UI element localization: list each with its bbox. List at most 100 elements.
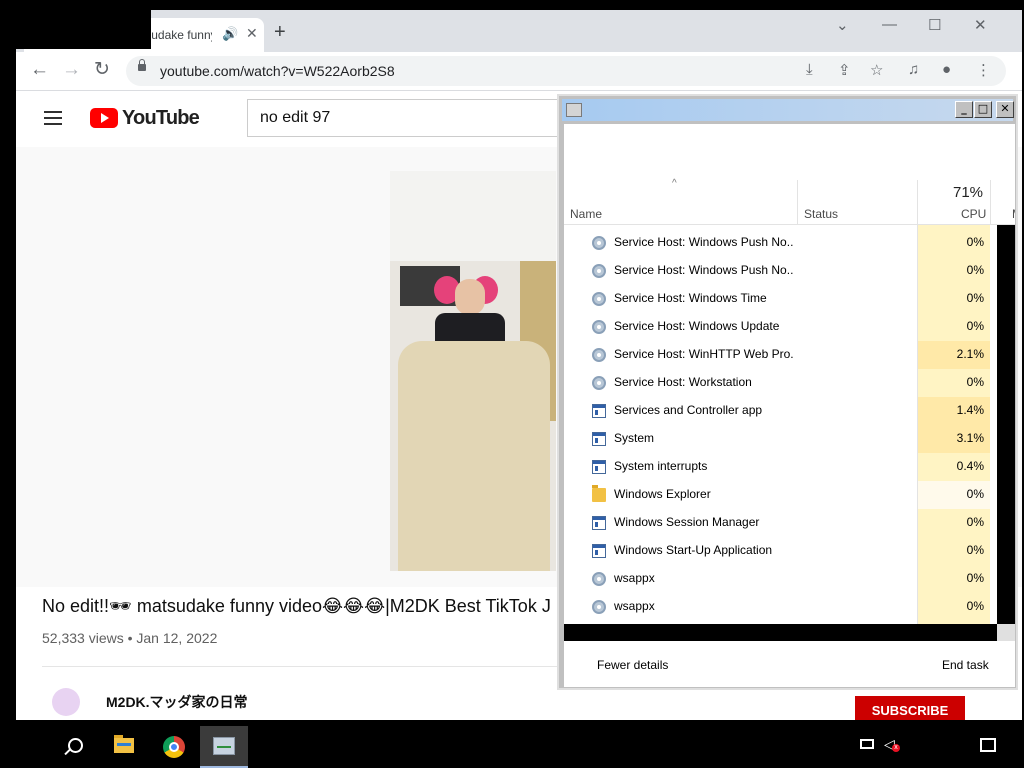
process-cpu: 0% bbox=[966, 571, 984, 585]
end-task-button[interactable]: End task bbox=[942, 658, 989, 672]
video-frame[interactable] bbox=[390, 171, 556, 571]
process-name: Windows Session Manager bbox=[614, 515, 760, 529]
url-text[interactable]: youtube.com/watch?v=W522Aorb2S8 bbox=[160, 63, 395, 79]
maximize-button[interactable]: ☐ bbox=[928, 16, 941, 34]
star-icon[interactable]: ☆ bbox=[870, 61, 883, 79]
process-cpu: 0% bbox=[966, 291, 984, 305]
speaker-icon[interactable]: 🔊 bbox=[222, 26, 238, 42]
task-manager-window: _ □ ✕ ^ Name Status 71% CPU M Service Ho… bbox=[557, 94, 1018, 690]
cpu-total[interactable]: 71% bbox=[953, 184, 983, 201]
column-header-status[interactable]: Status bbox=[804, 207, 838, 221]
task-manager-icon bbox=[213, 737, 235, 755]
channel-name[interactable]: M2DK.マッダ家の日常 bbox=[106, 692, 248, 712]
process-name: System interrupts bbox=[614, 459, 708, 473]
channel-avatar[interactable] bbox=[52, 688, 80, 716]
process-name: Service Host: Windows Push No... bbox=[614, 263, 794, 277]
fewer-details-link[interactable]: Fewer details bbox=[597, 658, 668, 672]
process-row[interactable]: wsappx 0% bbox=[564, 565, 997, 593]
tm-close-button[interactable]: ✕ bbox=[996, 101, 1014, 118]
reload-button[interactable]: ↻ bbox=[94, 59, 110, 81]
task-manager-taskbar-button[interactable] bbox=[200, 726, 248, 768]
process-name: Service Host: Windows Time bbox=[614, 291, 767, 305]
tm-minimize-button[interactable]: _ bbox=[955, 101, 973, 118]
process-row[interactable]: Service Host: Windows Push No... 0% bbox=[564, 229, 997, 257]
address-bar[interactable]: youtube.com/watch?v=W522Aorb2S8 ⤓ ⇪ ☆ ♫ … bbox=[126, 56, 1006, 86]
process-row[interactable]: Windows Explorer 0% bbox=[564, 481, 997, 509]
install-icon[interactable]: ⤓ bbox=[806, 61, 813, 78]
process-row[interactable]: Windows Start-Up Application 0% bbox=[564, 537, 997, 565]
process-row[interactable]: Service Host: Windows Push No... 0% bbox=[564, 257, 997, 285]
tab-strip: No edit!!🕶 matsudake funny video 🔊 ✕ + ⌄… bbox=[16, 10, 1022, 52]
process-cpu: 3.1% bbox=[956, 431, 984, 445]
process-name: Services and Controller app bbox=[614, 403, 763, 417]
process-cpu: 1.4% bbox=[956, 403, 984, 417]
minimize-button[interactable]: — bbox=[882, 16, 897, 33]
notifications-icon[interactable] bbox=[980, 738, 996, 752]
horizontal-scrollbar[interactable] bbox=[564, 624, 997, 641]
network-icon[interactable] bbox=[860, 739, 874, 749]
chrome-icon bbox=[163, 736, 185, 758]
taskbar: ◁ x bbox=[0, 726, 1024, 768]
close-window-button[interactable]: ✕ bbox=[974, 16, 987, 34]
sort-arrow-icon: ^ bbox=[672, 178, 677, 189]
process-row[interactable]: System 3.1% bbox=[564, 425, 997, 453]
process-name: Windows Explorer bbox=[614, 487, 711, 501]
menu-icon[interactable]: ⋮ bbox=[976, 61, 991, 79]
lock-icon[interactable] bbox=[138, 59, 146, 71]
redaction-block bbox=[997, 225, 1015, 625]
hamburger-menu-icon[interactable] bbox=[44, 111, 62, 125]
divider bbox=[42, 666, 562, 667]
process-row[interactable]: System interrupts 0.4% bbox=[564, 453, 997, 481]
gear-icon bbox=[592, 600, 606, 614]
column-header-memory[interactable]: M bbox=[1012, 207, 1015, 221]
process-row[interactable]: Services and Controller app 1.4% bbox=[564, 397, 997, 425]
video-title: No edit!!🕶 matsudake funny video😂😂😂|M2DK… bbox=[42, 596, 551, 616]
window-icon bbox=[592, 516, 606, 530]
process-cpu: 0% bbox=[966, 375, 984, 389]
subscribe-button[interactable]: SUBSCRIBE bbox=[855, 696, 965, 720]
mute-badge-icon: x bbox=[892, 744, 900, 752]
search-query[interactable]: no edit 97 bbox=[260, 109, 330, 127]
process-cpu: 0% bbox=[966, 543, 984, 557]
gear-icon bbox=[592, 292, 606, 306]
process-row[interactable]: Service Host: Windows Update 0% bbox=[564, 313, 997, 341]
process-row[interactable]: Service Host: Workstation 0% bbox=[564, 369, 997, 397]
tm-maximize-button[interactable]: □ bbox=[974, 101, 992, 118]
task-manager-body: ^ Name Status 71% CPU M Service Host: Wi… bbox=[564, 124, 1015, 687]
gear-icon bbox=[592, 236, 606, 250]
process-row[interactable]: Service Host: Windows Time 0% bbox=[564, 285, 997, 313]
file-explorer-button[interactable] bbox=[100, 726, 148, 768]
search-button[interactable] bbox=[50, 726, 98, 768]
process-name: System bbox=[614, 431, 655, 445]
column-header-cpu[interactable]: CPU bbox=[961, 207, 986, 221]
back-button[interactable]: ← bbox=[30, 59, 49, 81]
share-icon[interactable]: ⇪ bbox=[838, 61, 851, 79]
tab-search-icon[interactable]: ⌄ bbox=[836, 16, 849, 34]
youtube-play-icon bbox=[90, 108, 118, 128]
new-tab-button[interactable]: + bbox=[274, 22, 286, 42]
gear-icon bbox=[592, 572, 606, 586]
process-cpu: 0.4% bbox=[956, 459, 984, 473]
search-icon bbox=[68, 738, 83, 753]
tab-close-icon[interactable]: ✕ bbox=[246, 25, 258, 42]
search-input[interactable]: no edit 97 bbox=[247, 99, 587, 137]
process-row[interactable]: Service Host: WinHTTP Web Pro... 2.1% bbox=[564, 341, 997, 369]
process-name: Service Host: Windows Push No... bbox=[614, 235, 794, 249]
process-row[interactable]: Windows Session Manager 0% bbox=[564, 509, 997, 537]
scrollbar-corner bbox=[997, 624, 1015, 641]
process-name: Windows Start-Up Application bbox=[614, 543, 773, 557]
process-cpu: 0% bbox=[966, 599, 984, 613]
profile-icon[interactable]: ● bbox=[942, 61, 951, 78]
folder-icon bbox=[592, 485, 606, 502]
task-manager-titlebar[interactable]: _ □ ✕ bbox=[562, 99, 1014, 121]
process-cpu: 0% bbox=[966, 235, 984, 249]
chrome-taskbar-button[interactable] bbox=[150, 726, 198, 768]
forward-button[interactable]: → bbox=[62, 59, 81, 81]
process-row[interactable]: wsappx 0% bbox=[564, 593, 997, 621]
column-header-name[interactable]: Name bbox=[570, 207, 602, 221]
process-cpu: 0% bbox=[966, 263, 984, 277]
media-icon[interactable]: ♫ bbox=[908, 61, 919, 78]
process-name: wsappx bbox=[614, 599, 655, 613]
redaction-block bbox=[16, 10, 151, 49]
process-cpu: 0% bbox=[966, 319, 984, 333]
